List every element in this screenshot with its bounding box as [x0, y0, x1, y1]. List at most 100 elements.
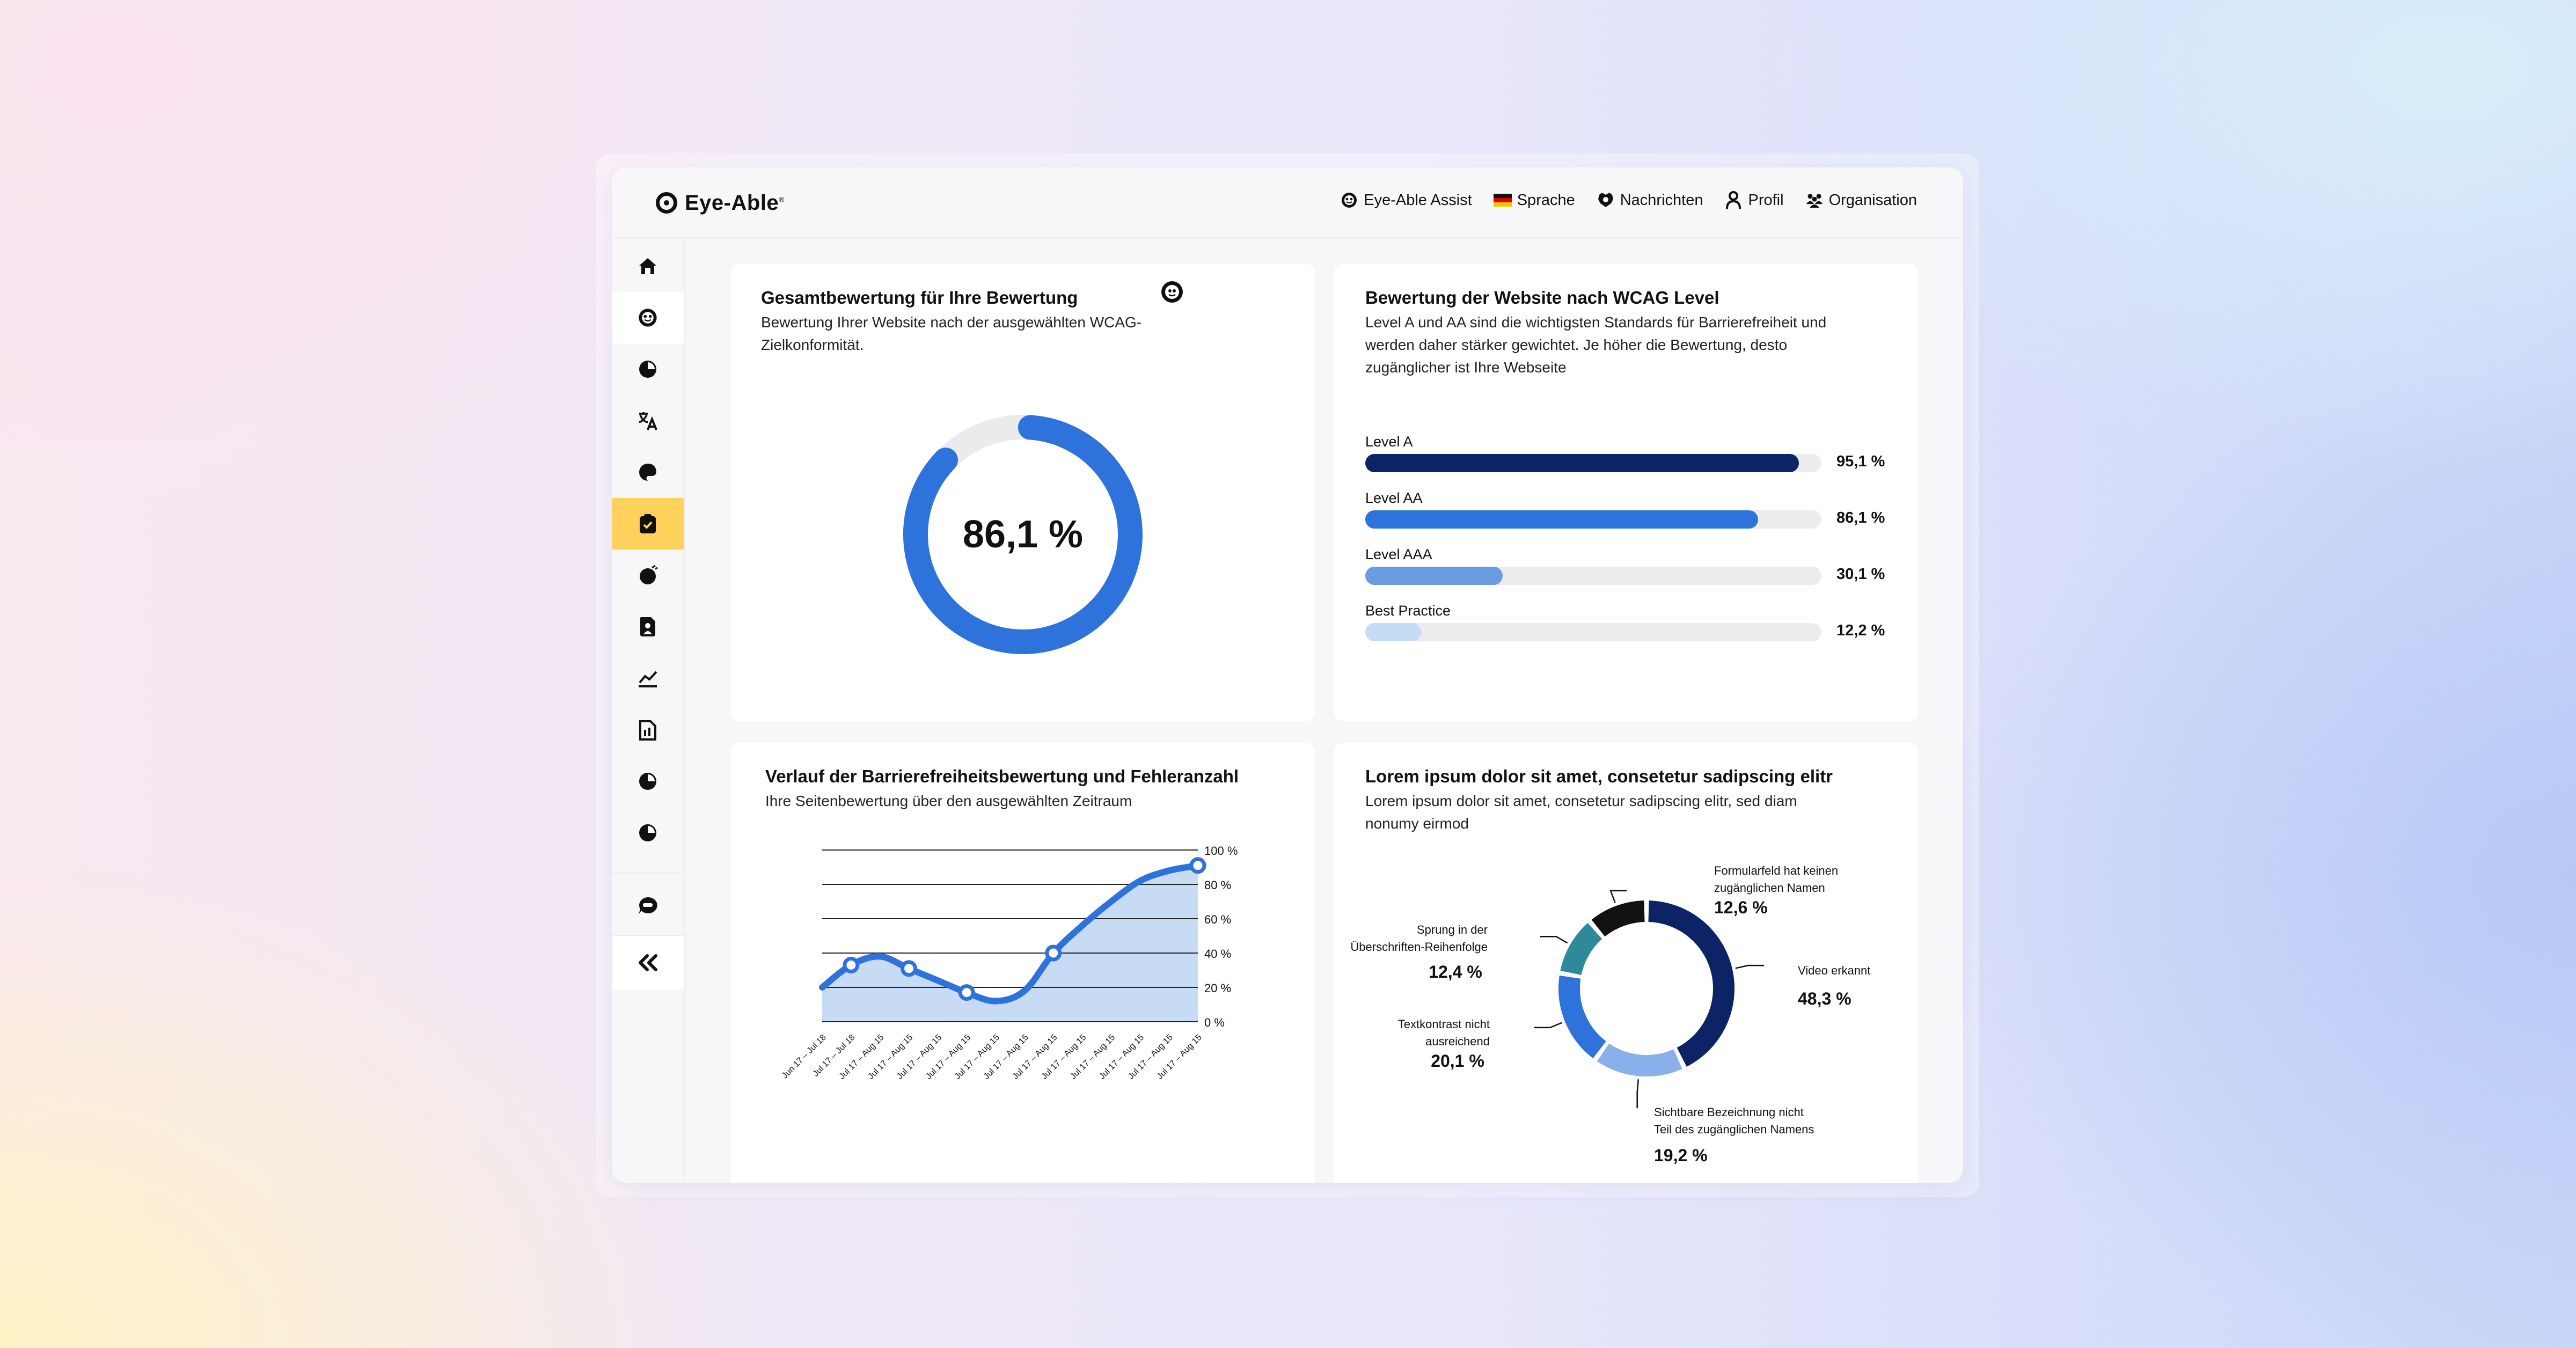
distribution-segment[interactable] [1597, 1043, 1682, 1076]
sidebar-item-design[interactable] [612, 446, 684, 498]
wcag-level-bar-fill [1365, 510, 1758, 529]
distribution-segment[interactable] [1591, 900, 1645, 937]
distribution-label: ausreichend [1425, 1035, 1490, 1048]
clipboard-check-icon [640, 514, 656, 533]
german-flag-icon [1493, 191, 1512, 209]
distribution-label: Überschriften-Reihenfolge [1350, 940, 1488, 954]
wcag-level-label: Level A [1365, 434, 1413, 450]
pie-chart-icon [639, 824, 656, 841]
wcag-level-label: Level AA [1365, 490, 1423, 506]
sidebar-item-audit[interactable] [612, 498, 684, 550]
nav-organisation[interactable]: Organisation [1805, 191, 1917, 209]
report-icon [639, 720, 656, 741]
nav-eye-able-assist[interactable]: Eye-Able Assist [1340, 191, 1472, 209]
nav-sprache[interactable]: Sprache [1493, 191, 1575, 209]
nav-nachrichten[interactable]: Nachrichten [1597, 191, 1703, 209]
history-data-point[interactable] [901, 960, 918, 977]
wcag-level-bar-fill [1365, 623, 1421, 641]
nav-profil-label: Profil [1748, 191, 1784, 209]
wcag-level-bar-fill [1365, 567, 1503, 585]
score-history-card: Verlauf der Barrierefreiheitsbewertung u… [731, 743, 1315, 1183]
wcag-level-label: Best Practice [1365, 603, 1451, 619]
distribution-label: Formularfeld hat keinen [1714, 864, 1838, 877]
sidebar-item-analytics-3[interactable] [612, 807, 684, 859]
wcag-level-bar-track [1365, 510, 1821, 529]
history-y-tick-label: 20 % [1204, 981, 1231, 995]
wcag-level-subtitle: Level A und AA sind die wichtigsten Stan… [1365, 311, 1826, 379]
sidebar-item-translation[interactable] [612, 395, 684, 446]
translate-icon [639, 412, 657, 430]
sidebar-item-errors[interactable] [612, 550, 684, 601]
sidebar-item-chat[interactable] [612, 880, 684, 932]
nav-profil[interactable]: Profil [1724, 191, 1784, 209]
sidebar-item-home[interactable] [612, 240, 684, 292]
top-bar: Eye-Able® Eye-Able Assist Sprache Nachri… [612, 167, 1963, 238]
wcag-subtitle-line: zugänglicher ist Ihre Webseite [1365, 359, 1567, 376]
history-y-tick-label: 0 % [1204, 1016, 1225, 1029]
overall-score-subtitle: Bewertung Ihrer Website nach der ausgewä… [761, 311, 1141, 356]
nav-sprache-label: Sprache [1517, 191, 1575, 209]
wcag-level-bar-track [1365, 454, 1821, 472]
overall-score-value: 86,1 % [963, 513, 1083, 556]
distribution-label: Teil des zugänglichen Namens [1654, 1123, 1814, 1136]
distribution-segment[interactable] [1648, 900, 1735, 1067]
wcag-subtitle-line: Level A und AA sind die wichtigsten Stan… [1365, 314, 1827, 331]
wcag-level-value: 86,1 % [1836, 509, 1885, 526]
sidebar-item-assist[interactable] [612, 292, 684, 343]
sidebar-divider [612, 873, 684, 874]
sidebar-item-statistics[interactable] [612, 653, 684, 704]
overall-score-donut: 86,1 % [903, 415, 1143, 654]
history-data-point[interactable] [1189, 857, 1206, 874]
overall-score-title: Gesamtbewertung für Ihre Bewertung [761, 288, 1078, 307]
wcag-level-label: Level AAA [1365, 546, 1432, 562]
palette-icon [639, 464, 656, 481]
nav-organisation-label: Organisation [1828, 191, 1917, 209]
score-history-chart: 100 %80 %60 %40 %20 %0 %Jun 17 – Jul 18J… [780, 844, 1238, 1081]
distribution-label: Sprung in der [1417, 923, 1488, 936]
distribution-value: 48,3 % [1798, 989, 1851, 1008]
app-window: Eye-Able® Eye-Able Assist Sprache Nachri… [612, 167, 1963, 1183]
info-icon[interactable] [1160, 280, 1184, 304]
sidebar-item-analytics[interactable] [612, 343, 684, 395]
sidebar-collapse-button[interactable] [612, 936, 684, 990]
messages-icon [1597, 191, 1615, 209]
overall-score-card: Gesamtbewertung für Ihre Bewertung Bewer… [731, 264, 1315, 721]
distribution-segment[interactable] [1560, 922, 1602, 976]
wcag-level-bar-fill [1365, 454, 1799, 472]
stats-icon [639, 671, 657, 687]
brand-name: Eye-Able [685, 191, 779, 215]
eye-able-logo-icon [656, 192, 677, 214]
history-data-point[interactable] [843, 956, 860, 973]
top-navigation: Eye-Able Assist Sprache Nachrichten Prof… [1340, 191, 1917, 209]
organization-icon [1805, 191, 1824, 209]
history-y-tick-label: 60 % [1204, 913, 1231, 926]
bug-icon [640, 565, 658, 584]
distribution-card: Lorem ipsum dolor sit amet, consetetur s… [1334, 743, 1918, 1183]
distribution-value: 12,4 % [1429, 962, 1482, 981]
home-icon [639, 258, 656, 274]
profile-icon [1724, 191, 1743, 209]
distribution-segment[interactable] [1558, 975, 1607, 1059]
distribution-label: Sichtbare Bezeichnung nicht [1654, 1105, 1804, 1119]
sidebar-item-reports[interactable] [612, 704, 684, 756]
nav-eye-able-assist-label: Eye-Able Assist [1364, 191, 1472, 209]
sidebar-item-analytics-2[interactable] [612, 756, 684, 807]
assist-icon [1340, 191, 1358, 209]
distribution-label: zugänglichen Namen [1714, 881, 1825, 895]
brand-registered-mark: ® [779, 195, 785, 204]
nav-nachrichten-label: Nachrichten [1620, 191, 1703, 209]
history-data-point[interactable] [1045, 944, 1062, 962]
pie-chart-icon [639, 361, 656, 378]
sidebar-item-documents[interactable] [612, 601, 684, 653]
brand-logo[interactable]: Eye-Able® [656, 189, 785, 217]
wcag-level-value: 30,1 % [1836, 566, 1885, 583]
history-data-point[interactable] [958, 984, 975, 1001]
history-y-tick-label: 40 % [1204, 947, 1231, 961]
distribution-leader-line [1540, 936, 1568, 944]
overall-score-subtitle-line: Zielkonformität. [761, 336, 864, 353]
distribution-label: Video erkannt [1798, 964, 1870, 977]
wcag-level-title: Bewertung der Website nach WCAG Level [1365, 288, 1719, 307]
wcag-subtitle-line: werden daher stärker gewichtet. Je höher… [1365, 336, 1788, 353]
distribution-leader-line [1609, 890, 1627, 903]
distribution-value: 20,1 % [1431, 1051, 1484, 1071]
